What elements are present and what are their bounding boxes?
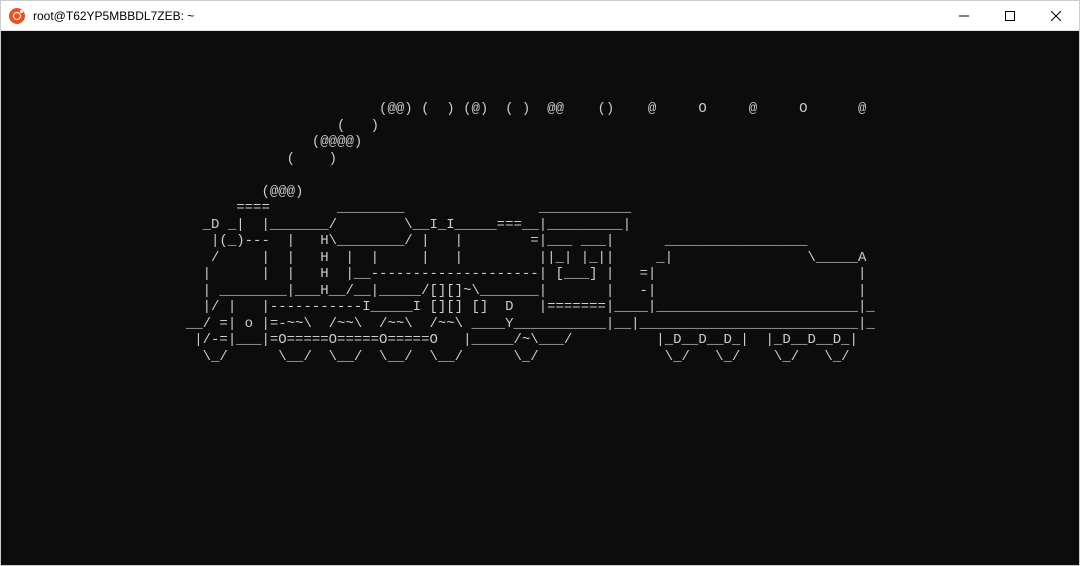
maximize-button[interactable] — [987, 1, 1033, 30]
close-icon — [1051, 11, 1061, 21]
window-titlebar[interactable]: root@T62YP5MBBDL7ZEB: ~ — [1, 1, 1079, 31]
terminal-window: root@T62YP5MBBDL7ZEB: ~ (@@) ( ) (@) ( )… — [0, 0, 1080, 566]
minimize-icon — [959, 11, 969, 21]
terminal-area[interactable]: (@@) ( ) (@) ( ) @@ () @ O @ O @ ( ) (@@… — [1, 31, 1079, 565]
ubuntu-icon — [9, 8, 25, 24]
terminal-output: (@@) ( ) (@) ( ) @@ () @ O @ O @ ( ) (@@… — [1, 101, 875, 365]
minimize-button[interactable] — [941, 1, 987, 30]
window-title: root@T62YP5MBBDL7ZEB: ~ — [33, 9, 941, 23]
close-button[interactable] — [1033, 1, 1079, 30]
maximize-icon — [1005, 11, 1015, 21]
window-controls — [941, 1, 1079, 30]
